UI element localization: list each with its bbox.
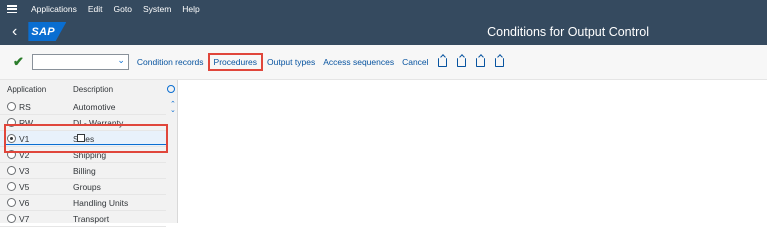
menu-goto[interactable]: Goto xyxy=(114,4,132,14)
procedures-button[interactable]: Procedures xyxy=(207,53,263,71)
last-page-icon[interactable] xyxy=(494,57,504,67)
application-cell: RS xyxy=(19,101,31,112)
back-icon[interactable]: ‹ xyxy=(12,23,17,40)
description-cell: Billing xyxy=(73,165,96,176)
description-cell: Groups xyxy=(73,181,101,192)
table-row[interactable]: V7 Transport xyxy=(0,211,166,227)
first-page-icon[interactable] xyxy=(437,57,447,67)
selection-highlight-box xyxy=(4,124,168,153)
title-bar: ‹ SAP Conditions for Output Control xyxy=(0,18,767,45)
focus-underline xyxy=(6,144,166,145)
page-title: Conditions for Output Control xyxy=(487,24,649,39)
table-row[interactable]: V5 Groups xyxy=(0,179,166,195)
mouse-cursor-icon xyxy=(77,134,85,142)
description-cell: Transport xyxy=(73,213,110,224)
description-cell: Handling Units xyxy=(73,197,129,208)
radio-button[interactable] xyxy=(7,166,16,175)
menu-system[interactable]: System xyxy=(143,4,171,14)
radio-button[interactable] xyxy=(7,182,16,191)
command-field[interactable]: ⌄ xyxy=(31,54,129,70)
table-row[interactable]: V3 Billing xyxy=(0,163,166,179)
next-page-icon[interactable] xyxy=(475,57,485,67)
menu-icon[interactable] xyxy=(7,5,17,13)
application-cell: V7 xyxy=(19,213,30,224)
previous-page-icon[interactable] xyxy=(456,57,466,67)
confirm-check-icon[interactable]: ✔ xyxy=(13,54,24,70)
radio-button[interactable] xyxy=(7,102,16,111)
menu-bar: Applications Edit Goto System Help xyxy=(0,0,767,18)
table-settings-icon[interactable] xyxy=(167,85,175,93)
output-types-button[interactable]: Output types xyxy=(263,54,319,70)
column-header-application[interactable]: Application xyxy=(7,85,69,94)
condition-records-button[interactable]: Condition records xyxy=(133,54,208,70)
description-cell: Automotive xyxy=(73,101,116,112)
application-cell: V6 xyxy=(19,197,30,208)
menu-edit[interactable]: Edit xyxy=(88,4,103,14)
access-sequences-button[interactable]: Access sequences xyxy=(319,54,398,70)
column-header-description[interactable]: Description xyxy=(73,85,113,94)
menu-help[interactable]: Help xyxy=(182,4,199,14)
radio-button[interactable] xyxy=(7,214,16,223)
toolbar: ✔ ⌄ Condition records Procedures Output … xyxy=(0,45,767,80)
application-cell: V5 xyxy=(19,181,30,192)
table-row[interactable]: RS Automotive xyxy=(0,99,166,115)
table-row[interactable]: V6 Handling Units xyxy=(0,195,166,211)
sap-logo: SAP xyxy=(28,22,67,41)
menu-applications[interactable]: Applications xyxy=(31,4,77,14)
cancel-button[interactable]: Cancel xyxy=(398,54,432,70)
table-header: Application Description xyxy=(0,83,165,96)
application-cell: V3 xyxy=(19,165,30,176)
radio-button[interactable] xyxy=(7,198,16,207)
chevron-down-icon[interactable]: ⌄ xyxy=(117,55,125,66)
scroll-arrows-icon[interactable]: ⌃ ⌄ xyxy=(170,101,176,114)
